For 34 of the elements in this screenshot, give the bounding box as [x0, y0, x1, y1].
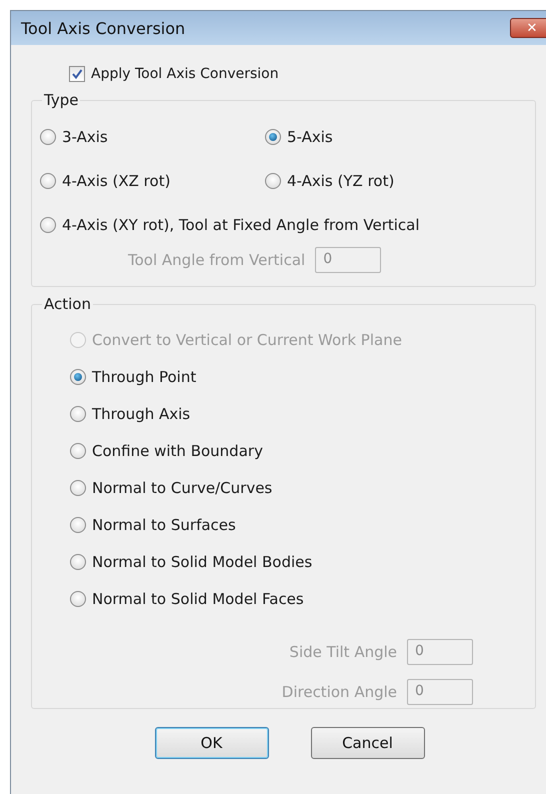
radio-label[interactable]: 4-Axis (XZ rot) — [62, 172, 170, 190]
radio-label[interactable]: 4-Axis (YZ rot) — [287, 172, 394, 190]
radio-button[interactable] — [70, 442, 86, 458]
checkbox-label[interactable]: Apply Tool Axis Conversion — [91, 66, 279, 82]
radio-label[interactable]: Normal to Surfaces — [92, 516, 236, 534]
radio-button[interactable] — [265, 173, 281, 189]
radio-label[interactable]: Normal to Solid Model Bodies — [92, 552, 312, 570]
group-title: Type — [43, 91, 80, 109]
radio-button[interactable] — [40, 217, 56, 233]
radio-label[interactable]: 5-Axis — [287, 128, 333, 146]
radio-label[interactable]: Normal to Curve/Curves — [92, 478, 272, 496]
radio-button[interactable] — [70, 516, 86, 532]
checkbox[interactable] — [69, 66, 85, 82]
radio-button[interactable] — [70, 554, 86, 570]
radio-label[interactable]: 3-Axis — [62, 128, 108, 146]
field-label: Side Tilt Angle — [289, 643, 397, 661]
radio-button[interactable] — [40, 173, 56, 189]
radio-button[interactable] — [70, 368, 86, 384]
radio-button[interactable] — [40, 129, 56, 145]
radio-button[interactable] — [70, 590, 86, 606]
radio-button[interactable] — [265, 129, 281, 145]
field-label: Tool Angle from Vertical — [128, 251, 306, 269]
group-title: Action — [43, 295, 92, 313]
field-label: Direction Angle — [282, 683, 397, 701]
window-title: Tool Axis Conversion — [21, 18, 186, 38]
radio-label[interactable]: Normal to Solid Model Faces — [92, 590, 304, 608]
radio-label[interactable]: Through Axis — [92, 404, 190, 422]
radio-label[interactable]: Through Point — [92, 368, 196, 386]
radio-label[interactable]: Confine with Boundary — [92, 442, 263, 460]
radio-button[interactable] — [70, 480, 86, 496]
radio-label[interactable]: 4-Axis (XY rot), Tool at Fixed Angle from Vertical — [62, 216, 420, 234]
radio-button[interactable] — [70, 406, 86, 422]
ok-button[interactable]: OK — [154, 727, 268, 759]
cancel-button[interactable]: Cancel — [310, 727, 424, 759]
